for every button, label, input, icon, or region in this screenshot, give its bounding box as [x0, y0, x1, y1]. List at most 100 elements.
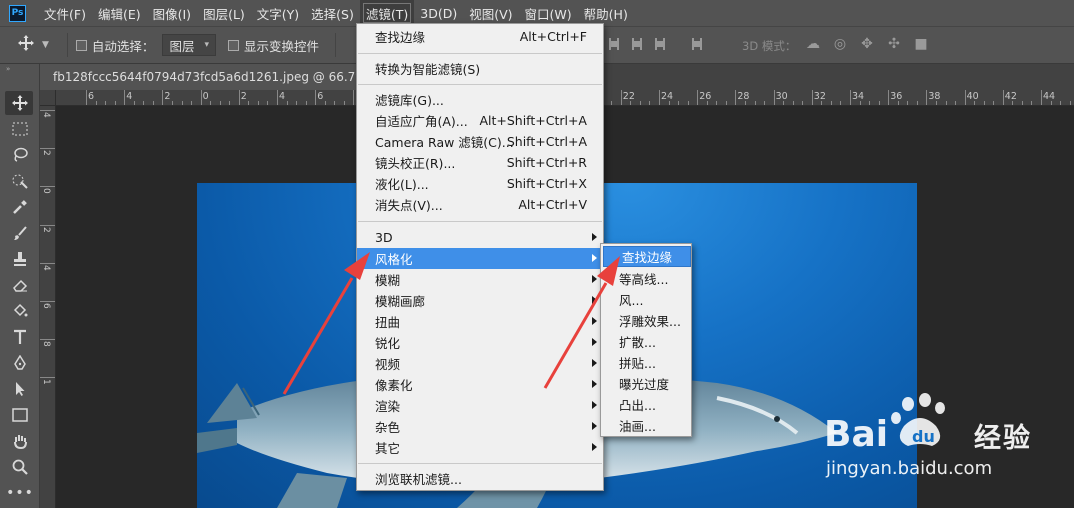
menu-item-3d[interactable]: 3D	[357, 227, 603, 248]
submenu-arrow-icon	[592, 233, 597, 241]
zoom-icon	[12, 459, 28, 475]
lasso-tool[interactable]	[0, 142, 40, 168]
menu-divider	[358, 84, 602, 85]
menu-item-render[interactable]: 渲染	[357, 395, 603, 416]
ruler-minor-tick	[1021, 101, 1023, 105]
ruler-minor-tick	[152, 101, 154, 105]
ruler-minor-tick	[171, 101, 173, 105]
ruler-label: 24	[661, 91, 674, 102]
ruler-minor-tick	[974, 101, 976, 105]
align-right-icon[interactable]	[653, 36, 667, 52]
slide-3d-icon[interactable]: ✣	[885, 35, 903, 53]
ruler-minor-tick	[334, 101, 336, 105]
menu-item-blur-gallery[interactable]: 模糊画廊	[357, 290, 603, 311]
scale-3d-icon[interactable]: ■	[912, 35, 930, 53]
move-tool[interactable]	[0, 90, 40, 116]
submenu-item-wind[interactable]: 风...	[601, 289, 691, 310]
menu-item-blur[interactable]: 模糊	[357, 269, 603, 290]
menu-item-vanishing-point[interactable]: 消失点(V)... Alt+Ctrl+V	[357, 194, 603, 215]
menu-item-camera-raw[interactable]: Camera Raw 滤镜(C)... Shift+Ctrl+A	[357, 131, 603, 152]
path-select-tool[interactable]	[0, 376, 40, 402]
pen-tool[interactable]	[0, 350, 40, 376]
paint-bucket-icon	[13, 303, 28, 317]
submenu-item-find-edges[interactable]: 查找边缘	[603, 246, 691, 267]
3d-mode-label: 3D 模式：	[742, 39, 797, 53]
ruler-vertical[interactable]: 4 2 0 2 4 6 8 1	[40, 90, 56, 508]
menu-file[interactable]: 文件(F)	[38, 0, 92, 26]
ruler-minor-tick	[343, 101, 345, 105]
eyedropper-tool[interactable]	[0, 194, 40, 220]
orbit-3d-icon[interactable]: ☁	[804, 35, 822, 53]
paint-bucket-tool[interactable]	[0, 298, 40, 324]
menu-item-pixelate[interactable]: 像素化	[357, 374, 603, 395]
menu-item-video[interactable]: 视频	[357, 353, 603, 374]
menu-select[interactable]: 选择(S)	[305, 0, 360, 26]
ruler-label: 0	[41, 188, 51, 195]
auto-select-dropdown[interactable]: 图层 ▾	[162, 34, 216, 56]
ruler-label: 2	[41, 150, 51, 156]
auto-select-checkbox[interactable]	[75, 39, 87, 51]
document-tab[interactable]: fb128fccc5644f0794d73fcd5a6d1261.jpeg @ …	[40, 64, 356, 90]
submenu-arrow-icon	[592, 317, 597, 325]
hand-tool[interactable]	[0, 428, 40, 454]
menu-edit[interactable]: 编辑(E)	[92, 0, 147, 26]
menu-item-convert-smart-filter[interactable]: 转换为智能滤镜(S)	[357, 58, 603, 79]
ruler-origin[interactable]	[40, 90, 56, 106]
move-tool-icon[interactable]	[18, 35, 42, 55]
ruler-minor-tick	[305, 101, 307, 105]
ruler-minor-tick	[764, 101, 766, 105]
align-left-icon[interactable]	[607, 36, 621, 52]
menu-item-other[interactable]: 其它	[357, 437, 603, 458]
distribute-icon[interactable]	[690, 36, 704, 52]
chevron-down-icon: ▾	[204, 40, 209, 50]
ruler-minor-tick	[869, 101, 871, 105]
watermark-url: jingyan.baidu.com	[826, 458, 993, 479]
menu-layer[interactable]: 图层(L)	[197, 0, 251, 26]
ruler-minor-tick	[219, 101, 221, 105]
align-center-icon[interactable]	[630, 36, 644, 52]
menu-item-distort[interactable]: 扭曲	[357, 311, 603, 332]
watermark-jingyan-text: 经验	[974, 423, 1032, 454]
stamp-tool[interactable]	[0, 246, 40, 272]
menu-item-sharpen[interactable]: 锐化	[357, 332, 603, 353]
brush-tool[interactable]	[0, 220, 40, 246]
menu-item-lens-correction[interactable]: 镜头校正(R)... Shift+Ctrl+R	[357, 152, 603, 173]
type-icon	[14, 329, 26, 344]
submenu-item-extrude[interactable]: 凸出...	[601, 394, 691, 415]
menu-item-adaptive-wide-angle[interactable]: 自适应广角(A)... Alt+Shift+Ctrl+A	[357, 110, 603, 131]
drag-3d-icon[interactable]: ✥	[858, 35, 876, 53]
menu-item-filter-gallery[interactable]: 滤镜库(G)...	[357, 89, 603, 110]
menu-item-browse-online[interactable]: 浏览联机滤镜...	[357, 468, 603, 489]
roll-3d-icon[interactable]: ◎	[831, 35, 849, 53]
menu-item-stylize[interactable]: 风格化	[357, 248, 603, 269]
quick-select-tool[interactable]	[0, 168, 40, 194]
submenu-item-solarize[interactable]: 曝光过度	[601, 373, 691, 394]
submenu-item-tiles[interactable]: 拼贴...	[601, 352, 691, 373]
submenu-item-emboss[interactable]: 浮雕效果...	[601, 310, 691, 331]
more-tools[interactable]: •••	[0, 480, 40, 506]
ruler-label: 42	[1004, 91, 1017, 102]
menu-item-noise[interactable]: 杂色	[357, 416, 603, 437]
eraser-tool[interactable]	[0, 272, 40, 298]
more-dots-icon: •••	[6, 485, 34, 501]
ruler-minor-tick	[649, 101, 651, 105]
zoom-tool[interactable]	[0, 454, 40, 480]
ruler-minor-tick	[821, 101, 823, 105]
type-tool[interactable]	[0, 324, 40, 350]
menu-item-find-edges-last[interactable]: 查找边缘 Alt+Ctrl+F	[357, 26, 603, 47]
photoshop-logo-icon: Ps	[9, 4, 26, 22]
menu-type[interactable]: 文字(Y)	[251, 0, 305, 26]
submenu-item-diffuse[interactable]: 扩散...	[601, 331, 691, 352]
menu-image[interactable]: 图像(I)	[147, 0, 197, 26]
divider	[335, 33, 336, 57]
submenu-item-trace-contour[interactable]: 等高线...	[601, 268, 691, 289]
show-transform-checkbox[interactable]	[227, 39, 239, 51]
tool-preset-chevron-icon[interactable]: ▼	[42, 40, 49, 50]
ruler-major-tick	[620, 90, 622, 105]
ruler-minor-tick	[611, 101, 613, 105]
menu-item-liquify[interactable]: 液化(L)... Shift+Ctrl+X	[357, 173, 603, 194]
submenu-item-oil-paint[interactable]: 油画...	[601, 415, 691, 436]
rectangle-tool[interactable]	[0, 402, 40, 428]
marquee-tool[interactable]	[0, 116, 40, 142]
toolbox-grip-icon[interactable]: »	[0, 64, 39, 74]
